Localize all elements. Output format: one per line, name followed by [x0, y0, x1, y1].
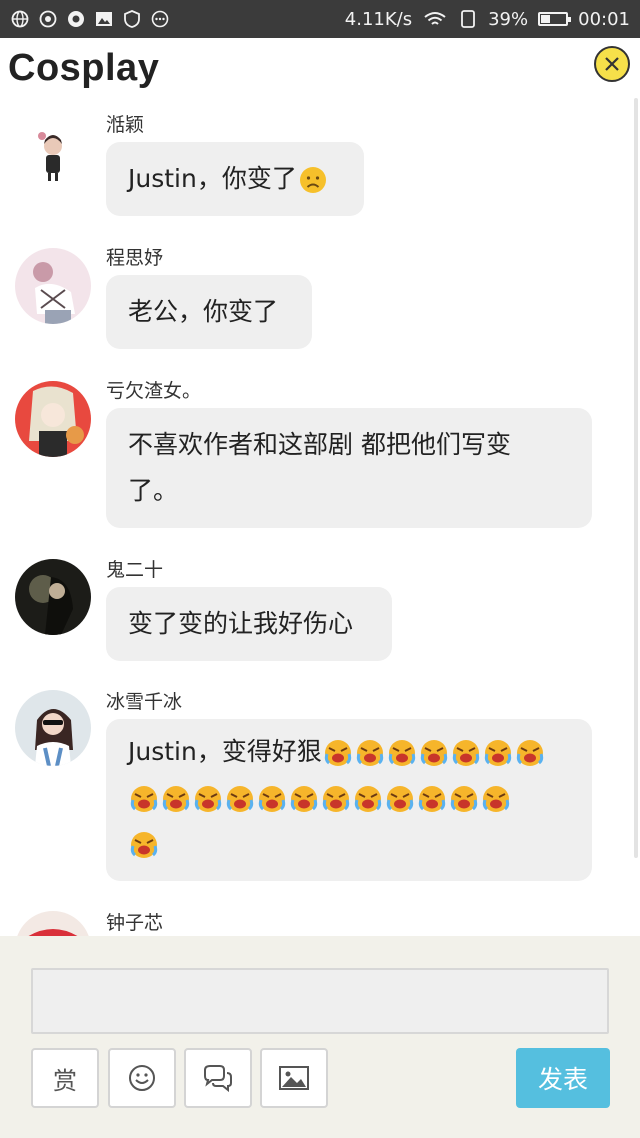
crying-face-emoji	[354, 786, 382, 812]
sender-name: 湉颖	[106, 114, 145, 136]
crying-face-emoji	[484, 740, 511, 766]
crying-face-emoji	[388, 740, 415, 766]
message-bubble[interactable]: Justin，变得好狠	[106, 719, 592, 881]
send-button[interactable]: 发表	[516, 1048, 610, 1108]
chat-button[interactable]	[184, 1048, 252, 1108]
emoji-group	[297, 164, 329, 193]
status-bar: 4.11K/s 39% 00:01	[0, 0, 640, 38]
globe-icon	[10, 9, 30, 29]
status-right: 4.11K/s 39% 00:01	[345, 9, 630, 30]
message-text: 变了变的让我好伤心	[128, 609, 354, 638]
reward-button[interactable]: 赏	[31, 1048, 99, 1108]
header: Cosplay	[0, 38, 640, 98]
crying-face-emoji	[482, 786, 510, 812]
send-label: 发表	[537, 1065, 588, 1094]
battery-fill	[541, 15, 551, 23]
avatar[interactable]	[15, 248, 91, 324]
chat-list[interactable]: 湉颖 Justin，你变了 程思妤 老公，你变了 亏欠渣女。 不喜欢作者和这部剧…	[0, 98, 640, 936]
avatar[interactable]	[15, 911, 91, 936]
avatar[interactable]	[15, 116, 91, 192]
battery-percent: 39%	[488, 8, 529, 30]
sad-face-emoji	[299, 167, 326, 193]
image-icon	[279, 1066, 309, 1090]
smiley-icon	[129, 1065, 155, 1091]
crying-face-emoji	[226, 786, 254, 812]
status-left-icons	[10, 9, 170, 29]
sim-icon	[458, 9, 478, 29]
crying-face-emoji	[516, 740, 543, 766]
sync-icon	[38, 9, 58, 29]
crying-face-emoji	[356, 740, 383, 766]
avatar[interactable]	[15, 559, 91, 635]
shield-icon	[122, 9, 142, 29]
image-button[interactable]	[260, 1048, 328, 1108]
crying-face-emoji	[290, 786, 318, 812]
emoji-button[interactable]	[108, 1048, 176, 1108]
crying-face-emoji	[450, 786, 478, 812]
sender-name: 程思妤	[106, 247, 164, 269]
close-icon	[605, 57, 619, 71]
page-title: Cosplay	[8, 46, 160, 89]
message-text: Justin，变得好狠	[128, 737, 322, 766]
crying-face-emoji	[386, 786, 414, 812]
crying-face-emoji	[194, 786, 222, 812]
message-text-line: 了。	[128, 476, 179, 505]
crying-face-emoji	[420, 740, 447, 766]
more-dots-icon	[150, 9, 170, 29]
crying-face-emoji	[322, 786, 350, 812]
crying-face-emoji	[452, 740, 479, 766]
sender-name: 冰雪千冰	[106, 691, 183, 713]
network-speed: 4.11K/s	[344, 8, 413, 30]
message-bubble[interactable]: 变了变的让我好伤心	[106, 587, 392, 661]
clock: 00:01	[578, 8, 630, 30]
message-text: 老公，你变了	[128, 297, 279, 326]
wifi-icon	[422, 9, 448, 29]
crying-face-emoji	[418, 786, 446, 812]
sender-name: 鬼二十	[106, 559, 164, 581]
composer-bar: 赏 发表	[0, 936, 640, 1138]
avatar[interactable]	[15, 690, 91, 766]
comment-input[interactable]	[31, 968, 609, 1034]
crying-face-emoji	[130, 832, 158, 858]
aperture-icon	[66, 9, 86, 29]
scrollbar[interactable]	[634, 98, 638, 858]
message-text: Justin，你变了	[128, 164, 297, 193]
close-button[interactable]	[594, 46, 630, 82]
avatar[interactable]	[15, 381, 91, 457]
crying-face-emoji	[258, 786, 286, 812]
message-bubble[interactable]: 不喜欢作者和这部剧 都把他们写变 了。	[106, 408, 592, 528]
reward-label: 赏	[53, 1066, 77, 1095]
message-bubble[interactable]: Justin，你变了	[106, 142, 364, 216]
sender-name: 亏欠渣女。	[106, 380, 202, 402]
message-bubble[interactable]: 老公，你变了	[106, 275, 312, 349]
crying-face-emoji	[130, 786, 158, 812]
crying-face-emoji	[324, 740, 351, 766]
crying-face-emoji	[162, 786, 190, 812]
image-icon	[94, 9, 114, 29]
sender-name: 钟子芯	[106, 912, 164, 934]
message-text-line: 不喜欢作者和这部剧 都把他们写变	[128, 430, 511, 459]
chat-bubbles-icon	[204, 1065, 232, 1092]
battery-icon	[538, 12, 572, 26]
